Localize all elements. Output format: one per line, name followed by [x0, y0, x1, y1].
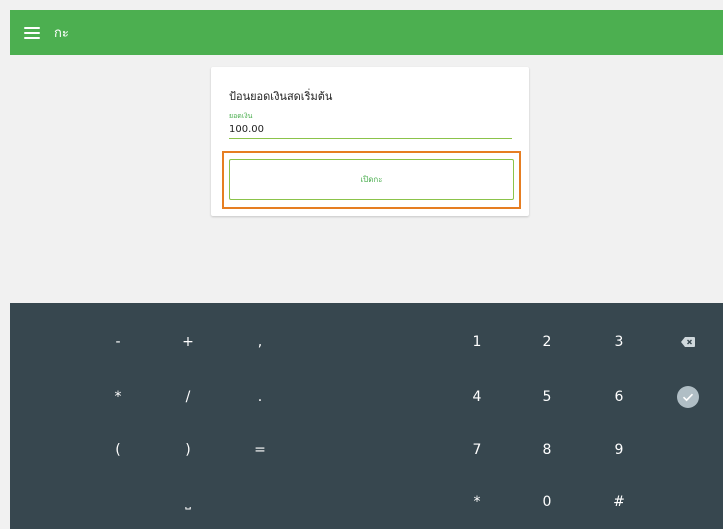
key-equals[interactable]: =	[240, 435, 280, 465]
content-area: ป้อนยอดเงินสดเริ่มต้น ยอดเงิน เปิดกะ	[10, 55, 723, 303]
key-3[interactable]: 3	[599, 327, 639, 357]
numeric-keypad: - + , 1 2 3 * / . 4 5 6 ( ) = 7 8 9 ⎵ * …	[10, 303, 723, 529]
key-close-paren[interactable]: )	[168, 435, 208, 465]
hamburger-menu-icon[interactable]	[24, 26, 40, 39]
backspace-icon[interactable]	[668, 327, 708, 357]
card-title: ป้อนยอดเงินสดเริ่มต้น	[229, 90, 333, 103]
key-hash[interactable]: #	[599, 487, 639, 517]
app-bar-title: กะ	[54, 26, 69, 41]
key-7[interactable]: 7	[457, 435, 497, 465]
key-5[interactable]: 5	[527, 382, 567, 412]
key-plus[interactable]: +	[168, 327, 208, 357]
key-6[interactable]: 6	[599, 382, 639, 412]
key-0[interactable]: 0	[527, 487, 567, 517]
key-divide[interactable]: /	[168, 382, 208, 412]
key-minus[interactable]: -	[98, 327, 138, 357]
app-bar: กะ	[10, 10, 723, 55]
amount-input[interactable]	[229, 120, 512, 139]
key-2[interactable]: 2	[527, 327, 567, 357]
key-open-paren[interactable]: (	[98, 435, 138, 465]
key-comma[interactable]: ,	[240, 327, 280, 357]
key-multiply[interactable]: *	[98, 382, 138, 412]
key-period[interactable]: .	[240, 382, 280, 412]
key-star[interactable]: *	[457, 487, 497, 517]
key-4[interactable]: 4	[457, 382, 497, 412]
open-shift-button[interactable]: เปิดกะ	[229, 159, 514, 200]
check-circle-icon[interactable]	[668, 382, 708, 412]
screen: กะ ป้อนยอดเงินสดเริ่มต้น ยอดเงิน เปิดกะ …	[0, 0, 723, 529]
key-1[interactable]: 1	[457, 327, 497, 357]
key-9[interactable]: 9	[599, 435, 639, 465]
key-space[interactable]: ⎵	[168, 487, 208, 517]
starting-cash-card: ป้อนยอดเงินสดเริ่มต้น ยอดเงิน เปิดกะ	[211, 67, 529, 216]
key-8[interactable]: 8	[527, 435, 567, 465]
